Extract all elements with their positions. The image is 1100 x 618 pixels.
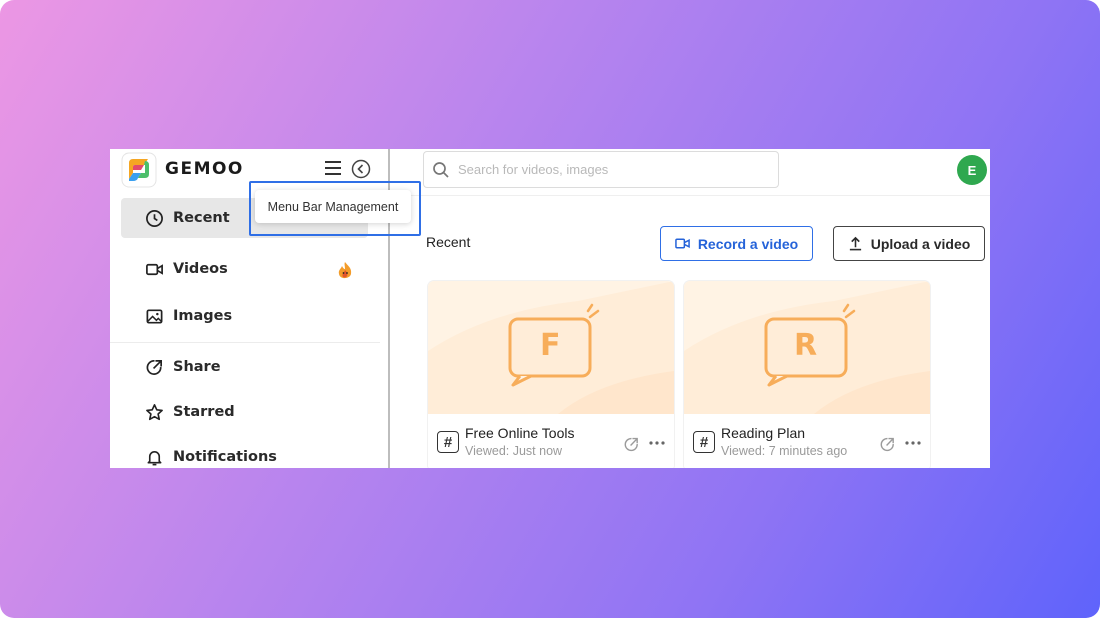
menu-icon[interactable] (324, 159, 342, 177)
sidebar-item-label: Notifications (173, 449, 277, 465)
search-icon (433, 161, 449, 178)
media-card[interactable]: R # Reading Plan Viewed: 7 minutes ago (684, 281, 930, 468)
upload-video-button[interactable]: Upload a video (833, 226, 985, 261)
bell-icon (147, 450, 162, 465)
card-title[interactable]: Reading Plan (721, 425, 805, 441)
gemoo-logo-icon (121, 152, 157, 188)
sidebar-item-images[interactable]: Images (121, 296, 368, 336)
card-info: # Reading Plan Viewed: 7 minutes ago (684, 414, 930, 468)
card-viewed-time: Viewed: 7 minutes ago (721, 444, 848, 458)
record-video-button[interactable]: Record a video (660, 226, 813, 261)
brand-name: GEMOO (165, 159, 244, 179)
card-letter: F (540, 328, 561, 363)
image-icon (146, 308, 163, 324)
share-icon (146, 359, 163, 375)
star-icon (146, 403, 163, 420)
more-options-icon[interactable] (648, 434, 666, 452)
sidebar-item-label: Recent (173, 210, 230, 226)
video-camera-icon (675, 238, 690, 249)
card-thumbnail: F (428, 281, 674, 414)
topbar-divider (392, 195, 990, 196)
card-title[interactable]: Free Online Tools (465, 425, 574, 441)
collapse-sidebar-icon[interactable] (351, 159, 371, 179)
app-window: GEMOO Recent Videos Images Share Starred… (110, 149, 990, 468)
user-avatar[interactable]: E (957, 155, 987, 185)
clock-icon (146, 209, 163, 227)
background-frame: GEMOO Recent Videos Images Share Starred… (0, 0, 1100, 618)
sidebar-item-starred[interactable]: Starred (121, 392, 368, 432)
sidebar-item-label: Starred (173, 404, 235, 420)
hashtag-icon: # (693, 431, 715, 453)
menu-bar-management-tooltip: Menu Bar Management (255, 190, 411, 223)
card-thumbnail: R (684, 281, 930, 414)
upload-video-label: Upload a video (870, 235, 971, 252)
sidebar-item-label: Images (173, 308, 233, 324)
hashtag-icon: # (437, 431, 459, 453)
card-info: # Free Online Tools Viewed: Just now (428, 414, 674, 468)
search-input[interactable] (458, 162, 758, 177)
card-viewed-time: Viewed: Just now (465, 444, 563, 458)
record-video-label: Record a video (697, 235, 799, 252)
more-options-icon[interactable] (904, 434, 922, 452)
video-icon (146, 263, 163, 275)
sidebar-item-label: Videos (173, 261, 228, 277)
sidebar-item-label: Share (173, 359, 221, 375)
search-box[interactable] (423, 151, 779, 188)
sidebar-item-share[interactable]: Share (121, 347, 368, 387)
share-icon[interactable] (879, 436, 896, 453)
sidebar-divider (110, 342, 380, 343)
section-title: Recent (426, 234, 471, 250)
share-icon[interactable] (623, 436, 640, 453)
sidebar-item-videos[interactable]: Videos (121, 249, 368, 289)
sidebar-item-notifications[interactable]: Notifications (121, 437, 368, 468)
media-card[interactable]: F # Free Online Tools Viewed: Just now (428, 281, 674, 468)
card-letter: R (794, 328, 818, 363)
upload-icon (849, 236, 861, 251)
fire-badge-icon (338, 262, 352, 279)
